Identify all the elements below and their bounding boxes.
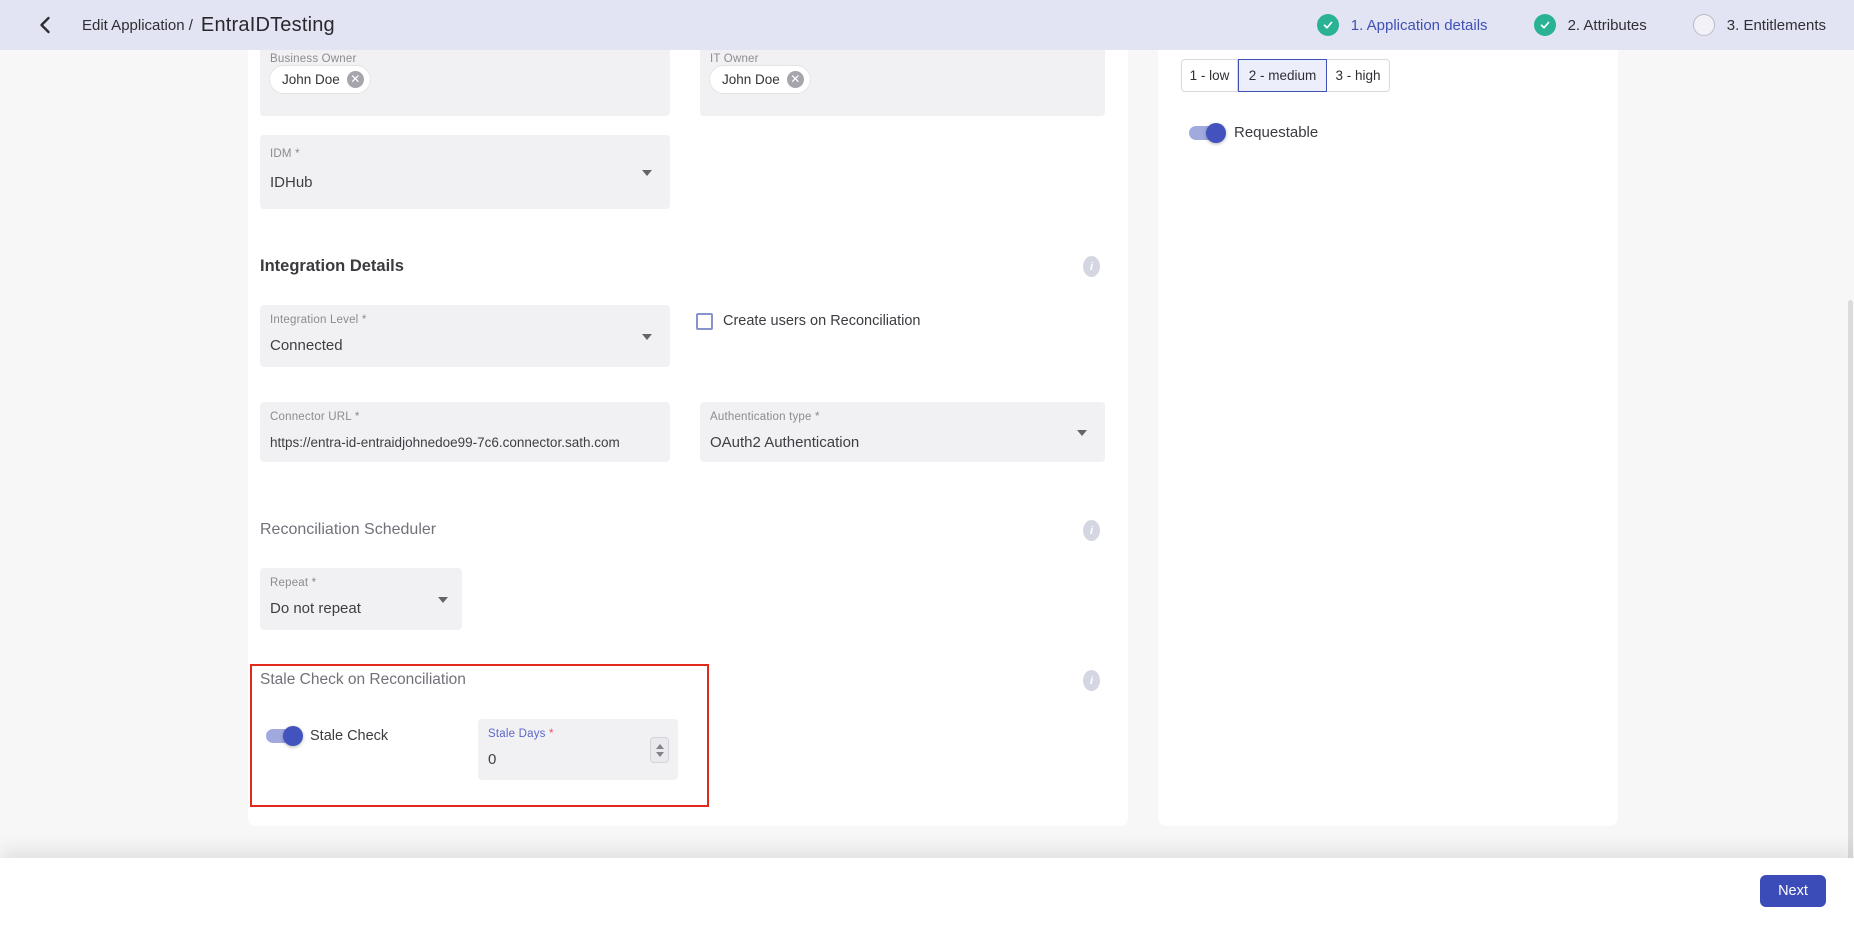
dropdown-caret-icon <box>642 170 652 176</box>
requestable-toggle-label: Requestable <box>1234 124 1318 141</box>
business-owner-field[interactable]: Business Owner John Doe ✕ <box>260 50 670 116</box>
authentication-type-select[interactable]: Authentication type * OAuth2 Authenticat… <box>700 402 1105 462</box>
toggle-thumb <box>283 726 303 746</box>
dropdown-caret-icon <box>1077 430 1087 436</box>
field-label: Authentication type * <box>710 411 820 423</box>
toggle-thumb <box>1206 123 1226 143</box>
risk-level-button-group: 1 - low 2 - medium 3 - high <box>1181 59 1390 92</box>
page-title: EntraIDTesting <box>201 14 335 37</box>
field-label: Business Owner <box>270 53 357 65</box>
step-attributes[interactable]: 2. Attributes <box>1534 14 1647 36</box>
breadcrumb-prefix: Edit Application / <box>82 17 193 34</box>
field-label: IT Owner <box>710 53 759 65</box>
stale-check-toggle-label: Stale Check <box>310 728 388 744</box>
dropdown-caret-icon <box>642 334 652 340</box>
repeat-select[interactable]: Repeat * Do not repeat <box>260 568 462 630</box>
risk-medium-button[interactable]: 2 - medium <box>1238 59 1327 92</box>
risk-panel-card: 1 - low 2 - medium 3 - high Requestable <box>1158 50 1618 826</box>
scrollbar-track[interactable] <box>1847 50 1854 927</box>
info-icon[interactable]: i <box>1083 670 1100 691</box>
it-owner-field[interactable]: IT Owner John Doe ✕ <box>700 50 1105 116</box>
chip-remove-icon[interactable]: ✕ <box>347 71 364 88</box>
field-value: https://entra-id-entraidjohnedoe99-7c6.c… <box>270 435 620 450</box>
info-icon[interactable]: i <box>1083 256 1100 277</box>
field-value: 0 <box>488 751 496 768</box>
chip-label: John Doe <box>282 72 340 87</box>
stepper-up-icon[interactable] <box>656 744 664 749</box>
create-users-checkbox-label: Create users on Reconciliation <box>723 313 920 329</box>
step-label: 2. Attributes <box>1568 17 1647 34</box>
step-application-details[interactable]: 1. Application details <box>1317 14 1488 36</box>
field-value: IDHub <box>270 174 313 191</box>
stepper-down-icon[interactable] <box>656 752 664 757</box>
next-button[interactable]: Next <box>1760 875 1826 907</box>
section-title-stale-check: Stale Check on Reconciliation <box>260 671 466 689</box>
field-label: IDM * <box>270 148 300 160</box>
check-circle-icon <box>1317 14 1339 36</box>
step-label: 1. Application details <box>1351 17 1488 34</box>
empty-circle-icon <box>1693 14 1715 36</box>
it-owner-chip[interactable]: John Doe ✕ <box>710 66 810 93</box>
connector-url-input[interactable]: Connector URL * https://entra-id-entraid… <box>260 402 670 462</box>
idm-select[interactable]: IDM * IDHub <box>260 135 670 209</box>
field-label: Stale Days * <box>488 728 554 740</box>
stepper: 1. Application details 2. Attributes 3. … <box>1317 0 1826 50</box>
dropdown-caret-icon <box>438 597 448 603</box>
stale-days-input[interactable]: Stale Days * 0 <box>478 719 678 780</box>
check-circle-icon <box>1534 14 1556 36</box>
field-value: Connected <box>270 337 343 354</box>
field-value: OAuth2 Authentication <box>710 434 859 451</box>
chip-remove-icon[interactable]: ✕ <box>787 71 804 88</box>
number-stepper[interactable] <box>650 737 669 763</box>
step-entitlements[interactable]: 3. Entitlements <box>1693 14 1826 36</box>
field-label: Integration Level * <box>270 314 367 326</box>
chip-label: John Doe <box>722 72 780 87</box>
breadcrumb: Edit Application / EntraIDTesting <box>82 0 335 50</box>
chevron-left-icon <box>37 16 53 34</box>
section-title-integration-details: Integration Details <box>260 257 404 276</box>
stale-check-toggle[interactable] <box>263 726 303 746</box>
requestable-toggle[interactable] <box>1186 123 1226 143</box>
risk-low-button[interactable]: 1 - low <box>1181 59 1238 92</box>
info-icon[interactable]: i <box>1083 520 1100 541</box>
risk-high-button[interactable]: 3 - high <box>1327 59 1390 92</box>
section-title-reconciliation-scheduler: Reconciliation Scheduler <box>260 521 436 539</box>
back-button[interactable] <box>30 10 60 40</box>
footer-bar: Next <box>0 858 1854 927</box>
create-users-checkbox[interactable] <box>696 313 713 330</box>
field-label: Connector URL * <box>270 411 360 423</box>
scrollbar-thumb[interactable] <box>1848 300 1853 860</box>
business-owner-chip[interactable]: John Doe ✕ <box>270 66 370 93</box>
top-bar: Edit Application / EntraIDTesting 1. App… <box>0 0 1854 50</box>
step-label: 3. Entitlements <box>1727 17 1826 34</box>
field-value: Do not repeat <box>270 600 361 617</box>
application-details-card: Business Owner John Doe ✕ IT Owner John … <box>248 50 1128 826</box>
edit-application-page: Edit Application / EntraIDTesting 1. App… <box>0 0 1854 927</box>
integration-level-select[interactable]: Integration Level * Connected <box>260 305 670 367</box>
field-label: Repeat * <box>270 577 316 589</box>
